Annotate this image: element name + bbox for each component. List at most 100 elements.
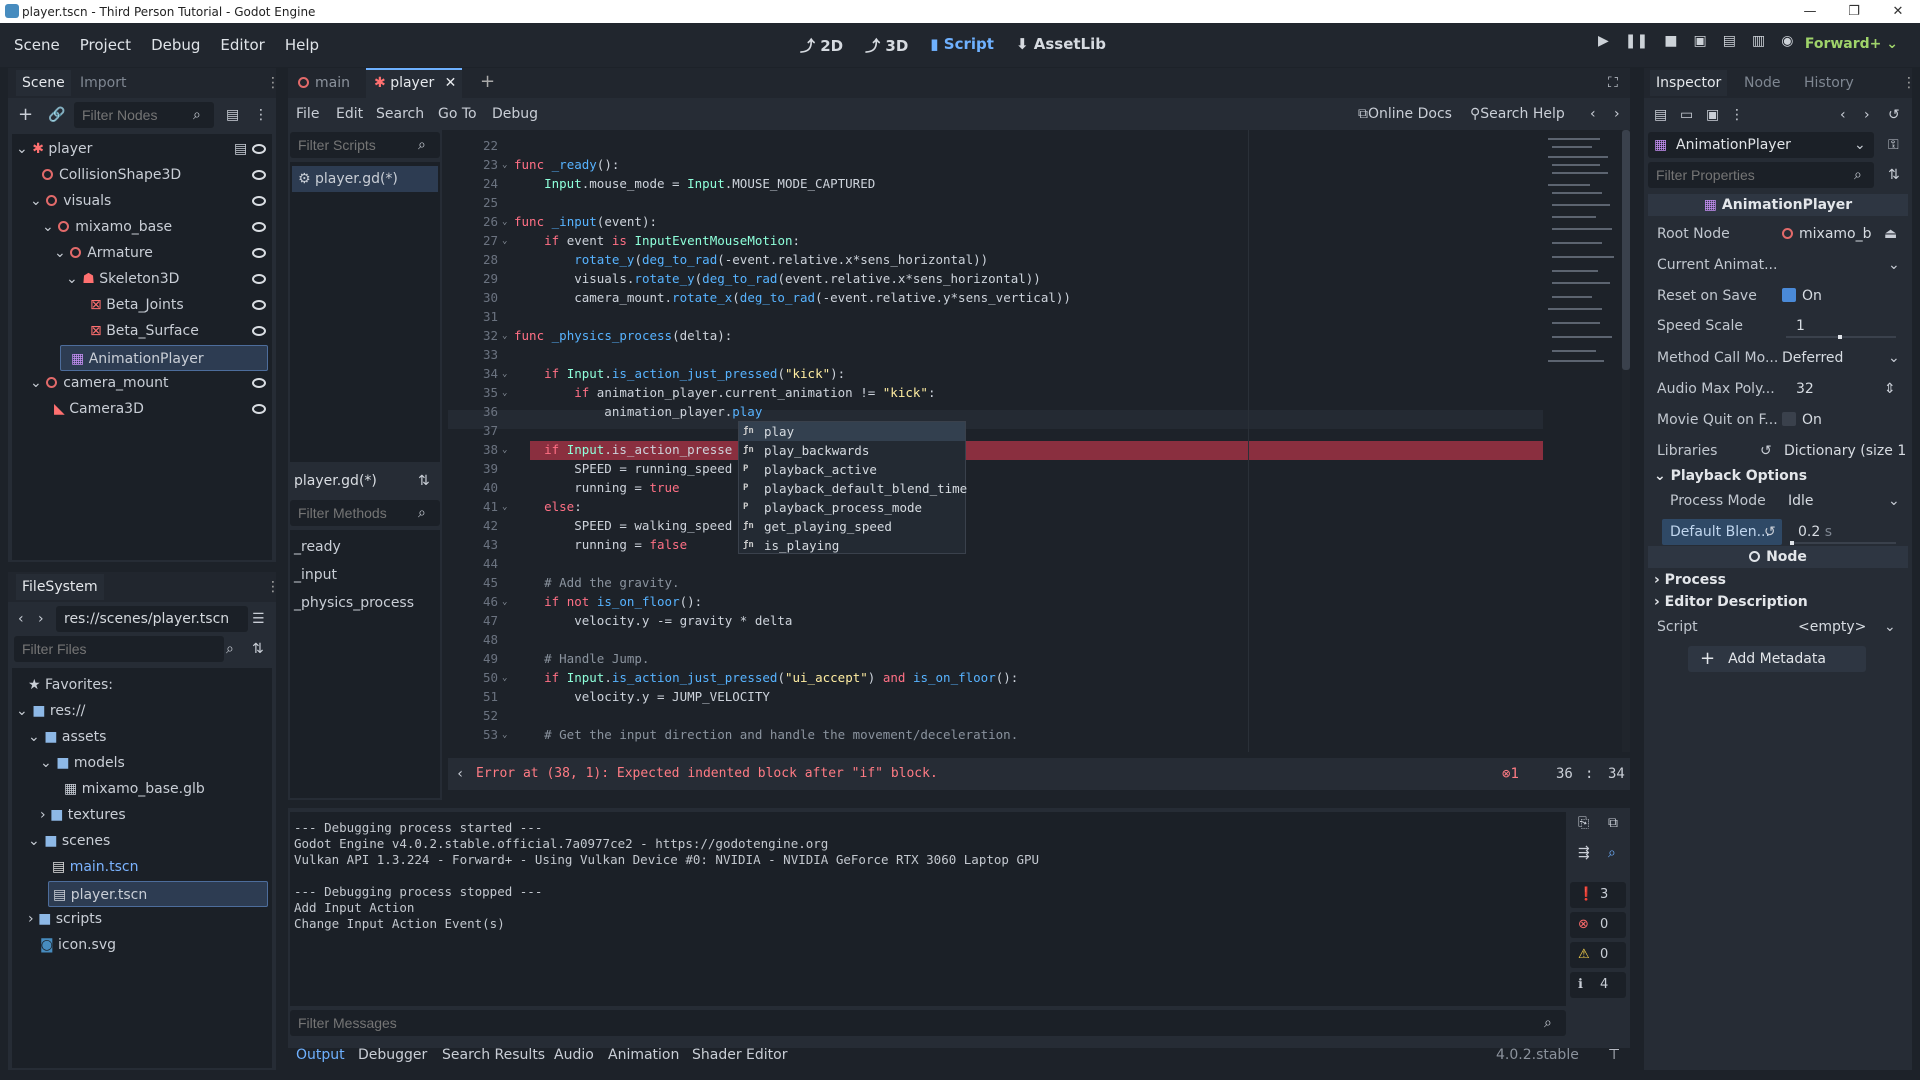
code-line[interactable]: func _ready(): <box>514 157 619 172</box>
open-resource-icon[interactable]: ▭ <box>1680 102 1693 128</box>
file-item-res[interactable]: ⌄ ■ res:// <box>16 698 85 724</box>
tab-script[interactable]: ▮ Script <box>930 35 994 56</box>
file-item-mixamo-glb[interactable]: ▦ mixamo_base.glb <box>64 776 205 802</box>
close-tab-icon[interactable]: ✕ <box>445 75 457 91</box>
filter-properties-input[interactable] <box>1648 162 1874 188</box>
visibility-icon[interactable] <box>252 326 266 336</box>
visibility-icon[interactable] <box>252 378 266 388</box>
editor-description-section[interactable]: › Editor Description <box>1654 589 1808 615</box>
save-resource-icon[interactable]: ▣ <box>1706 102 1719 128</box>
code-editor[interactable]: 22 23 ⌄ func _ready(): 24 Input.mouse_mode =… <box>448 130 1630 752</box>
prop-root-node-value[interactable]: mixamo_b <box>1782 221 1871 247</box>
collapse-icon[interactable]: ⇶ <box>1578 840 1590 866</box>
fold-arrow-icon[interactable]: ⌄ <box>502 730 507 740</box>
file-item-main-tscn[interactable]: ▤ main.tscn <box>52 854 138 880</box>
tree-item-animationplayer[interactable]: ▦ AnimationPlayer <box>60 345 268 371</box>
playback-options-section[interactable]: ⌄ Playback Options <box>1654 463 1807 489</box>
node-class-header[interactable]: Node <box>1648 546 1908 568</box>
dock-menu-icon[interactable]: ⋮ <box>1902 70 1916 96</box>
visibility-icon[interactable] <box>252 170 266 180</box>
code-line[interactable]: velocity.y -= gravity * delta <box>514 613 792 628</box>
tab-2d[interactable]: ⤴ 2D <box>800 35 843 56</box>
code-line[interactable]: rotate_y(deg_to_rad(-event.relative.x*se… <box>514 252 988 267</box>
file-item-icon-svg[interactable]: ◙ icon.svg <box>40 932 116 958</box>
fold-arrow-icon[interactable]: ⌄ <box>502 388 507 398</box>
dock-menu-icon[interactable]: ⋮ <box>266 574 280 600</box>
split-mode-icon[interactable]: ☰ <box>252 606 265 632</box>
revert-icon[interactable]: ↺ <box>1760 438 1772 464</box>
toggle-scripts-panel-icon[interactable]: ‹ <box>456 761 464 787</box>
autocomplete-item[interactable]: ƒn play_backwards <box>739 441 965 460</box>
error-message[interactable]: Error at (38, 1): Expected indented bloc… <box>476 761 938 787</box>
code-line[interactable]: if not is_on_floor(): <box>514 594 702 609</box>
fold-arrow-icon[interactable]: ⌄ <box>502 331 507 341</box>
menu-help[interactable]: Help <box>275 36 329 54</box>
method-item[interactable]: _ready <box>294 534 341 560</box>
sort-icon[interactable]: ⇅ <box>1888 162 1900 188</box>
info-count-badge[interactable]: ℹ4 <box>1570 972 1626 998</box>
renderer-selector[interactable]: Forward+ ⌄ <box>1805 36 1898 52</box>
file-item-assets[interactable]: ⌄ ■ assets <box>28 724 106 750</box>
code-line[interactable]: velocity.y = JUMP_VELOCITY <box>514 689 770 704</box>
code-line[interactable]: if Input.is_action_just_pressed("ui_acce… <box>514 670 1018 685</box>
class-header[interactable]: ▦ AnimationPlayer <box>1648 194 1908 216</box>
tree-item-camera-mount[interactable]: ⌄ camera_mount <box>30 370 272 396</box>
script-menu-goto[interactable]: Go To <box>438 101 477 127</box>
code-line[interactable]: visuals.rotate_y(deg_to_rad(event.relati… <box>514 271 1041 286</box>
code-line[interactable]: if Input.is_action_just_pressed("kick"): <box>514 366 845 381</box>
instance-scene-icon[interactable]: 🔗 <box>48 102 65 128</box>
message-count-badge[interactable]: ❗ 3 <box>1570 882 1626 908</box>
back-icon[interactable]: ‹ <box>18 606 24 632</box>
autocomplete-item[interactable]: ƒn get_playing_speed <box>739 517 965 536</box>
scene-tree-menu-icon[interactable]: ⋮ <box>254 102 268 128</box>
menu-scene[interactable]: Scene <box>4 36 70 54</box>
code-line[interactable]: else: <box>514 499 582 514</box>
sort-methods-icon[interactable]: ⇅ <box>418 468 430 494</box>
play-scene-icon[interactable]: ▤ <box>1723 33 1736 49</box>
code-line[interactable]: animation_player.play <box>514 404 762 419</box>
play-icon[interactable]: ▶ <box>1598 33 1609 49</box>
stop-icon[interactable]: ■ <box>1664 33 1677 49</box>
duplicate-icon[interactable]: ⧉ <box>1608 810 1618 836</box>
tab-node[interactable]: Node <box>1744 70 1781 96</box>
method-item[interactable]: _physics_process <box>294 590 414 616</box>
fold-arrow-icon[interactable]: ⌄ <box>502 160 507 170</box>
filter-files-input[interactable] <box>14 636 224 662</box>
file-item-scripts[interactable]: › ■ scripts <box>28 906 102 932</box>
next-object-icon[interactable]: › <box>1864 102 1870 128</box>
chevron-down-icon[interactable]: ⌄ <box>1888 252 1900 278</box>
tree-item-player[interactable]: ⌄ ✱ player ▤ <box>16 136 272 162</box>
code-line[interactable]: running = true <box>514 480 679 495</box>
object-tools-icon[interactable]: ⚿ <box>1888 132 1899 158</box>
spinner-icon[interactable]: ⇕ <box>1884 376 1896 402</box>
autocomplete-item[interactable]: Pplayback_process_mode <box>739 498 965 517</box>
remote-debug-icon[interactable]: ▣ <box>1693 33 1706 49</box>
code-line[interactable]: # Add the gravity. <box>514 575 679 590</box>
code-line[interactable]: func _input(event): <box>514 214 657 229</box>
movie-maker-icon[interactable]: ◉ <box>1781 33 1793 49</box>
speed-slider[interactable] <box>1786 335 1896 339</box>
file-item-scenes[interactable]: ⌄ ■ scenes <box>28 828 110 854</box>
visibility-icon[interactable] <box>252 196 266 206</box>
code-line[interactable]: running = false <box>514 537 687 552</box>
tab-player[interactable]: ✱ player ✕ <box>374 70 456 96</box>
prop-method-call-value[interactable]: Deferred <box>1782 345 1843 371</box>
menu-editor[interactable]: Editor <box>210 36 274 54</box>
minimize-button[interactable]: — <box>1788 0 1832 23</box>
fold-arrow-icon[interactable]: ⌄ <box>502 502 507 512</box>
chevron-down-icon[interactable]: ⌄ <box>1884 614 1896 640</box>
tab-shader-editor[interactable]: Shader Editor <box>692 1042 787 1068</box>
blend-slider[interactable] <box>1790 541 1896 545</box>
new-resource-icon[interactable]: ▤ <box>1654 102 1667 128</box>
visibility-icon[interactable] <box>252 248 266 258</box>
visibility-icon[interactable] <box>252 404 266 414</box>
script-menu-search[interactable]: Search <box>376 101 424 127</box>
resource-menu-icon[interactable]: ⋮ <box>1730 102 1744 128</box>
tab-history[interactable]: History <box>1804 70 1854 96</box>
fold-arrow-icon[interactable]: ⌄ <box>502 236 507 246</box>
fold-arrow-icon[interactable]: ⌄ <box>502 673 507 683</box>
fold-arrow-icon[interactable]: ⌄ <box>502 369 507 379</box>
tab-import[interactable]: Import <box>80 70 126 96</box>
chevron-down-icon[interactable]: ⌄ <box>1888 345 1900 371</box>
add-metadata-button[interactable]: + Add Metadata <box>1688 646 1866 672</box>
